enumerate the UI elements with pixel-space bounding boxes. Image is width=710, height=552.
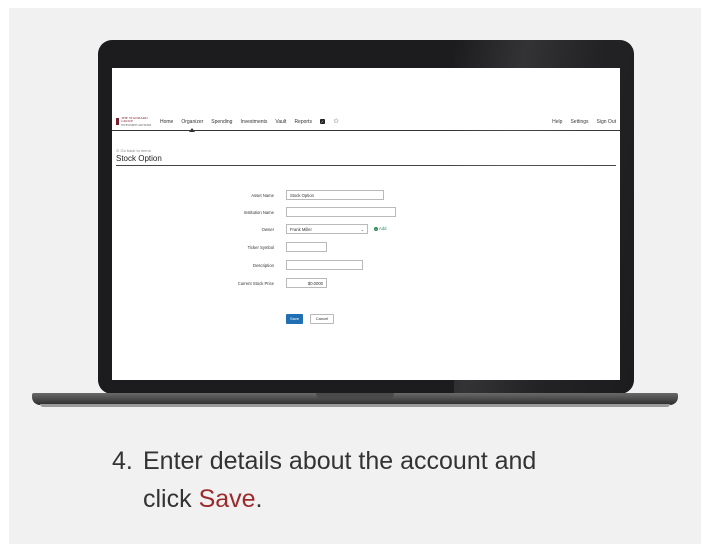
owner-row: Owner Frank Miller ⌄ + Add [112,224,620,235]
asset-name-label: Asset Name [251,193,274,198]
nav-help[interactable]: Help [552,119,562,125]
laptop-hinge-notch [316,393,394,399]
top-navigation-bar: THE STANDARD GROUP INVESTMENT ADVISORS H… [112,112,620,132]
app-screen: THE STANDARD GROUP INVESTMENT ADVISORS H… [112,68,620,380]
nav-home[interactable]: Home [160,119,173,125]
step-number: 4. [112,447,133,475]
caption-line-2-prefix: click [143,485,199,513]
chevron-down-icon: ⌄ [360,227,364,232]
owner-select[interactable]: Frank Miller ⌄ [286,224,368,234]
description-label: Description [253,263,274,268]
cancel-button[interactable]: Cancel [310,314,334,324]
checkbox-icon[interactable]: ✓ [319,119,325,124]
owner-label: Owner [261,227,274,232]
current-stock-price-label: Current Stock Price [237,281,274,286]
nav-sign-out[interactable]: Sign Out [597,119,616,125]
nav-organizer-label: Organizer [181,119,204,125]
utility-nav: Help Settings Sign Out [552,119,616,125]
ticker-symbol-row: Ticker Symbol [112,242,620,253]
add-icon: + [374,227,378,231]
active-caret-icon [189,128,196,132]
back-link-label: Go back to menu [120,148,151,153]
caption-save-highlight: Save [198,485,256,513]
current-stock-price-input[interactable]: $0.0000 [286,278,327,288]
company-logo[interactable]: THE STANDARD GROUP INVESTMENT ADVISORS [116,115,152,127]
main-nav: Home Organizer Spending Investments Vaul… [160,118,339,132]
logo-mark-icon [116,118,120,125]
title-divider [116,165,616,166]
institution-name-row: Institution Name [112,207,620,218]
save-button[interactable]: Save [286,314,303,324]
current-stock-price-row: Current Stock Price $0.0000 [112,278,620,289]
institution-name-label: Institution Name [243,210,274,215]
page-title: Stock Option [116,154,162,163]
nav-vault[interactable]: Vault [275,119,286,125]
caption-line-1: Enter details about the account and [143,447,537,475]
caption-line-2-suffix: . [255,485,263,513]
logo-subtext: INVESTMENT ADVISORS [121,123,152,127]
owner-selected-value: Frank Miller [290,227,312,232]
add-owner-label: Add [379,226,387,231]
asset-name-input[interactable]: Stock Option [286,190,384,200]
back-to-menu-link[interactable]: ⊙ Go back to menu [116,148,151,153]
description-row: Description [112,260,620,271]
ticker-symbol-label: Ticker Symbol [247,245,274,250]
description-input[interactable] [286,260,363,270]
institution-name-input[interactable] [286,207,396,217]
caption-line-2: click Save. [143,480,263,518]
nav-settings[interactable]: Settings [570,119,588,125]
laptop-screen-bezel: THE STANDARD GROUP INVESTMENT ADVISORS H… [98,40,634,394]
asset-name-row: Asset Name Stock Option [112,190,620,201]
star-icon[interactable]: ☆ [333,118,339,125]
nav-reports[interactable]: Reports [294,119,312,125]
nav-investments[interactable]: Investments [240,119,267,125]
nav-organizer[interactable]: Organizer [181,119,204,132]
add-owner-link[interactable]: + Add [374,226,386,231]
nav-spending[interactable]: Spending [211,119,232,125]
logo-text: THE STANDARD GROUP [121,115,148,123]
laptop-base-edge [40,404,670,407]
ticker-symbol-input[interactable] [286,242,327,252]
